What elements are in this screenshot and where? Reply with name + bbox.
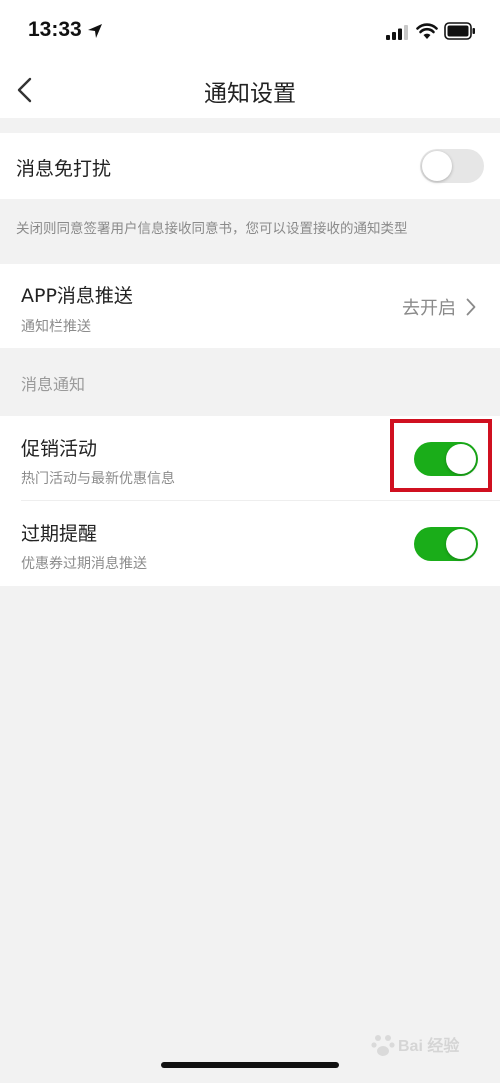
chevron-right-icon [466,298,476,316]
notice-item-title: 过期提醒 [21,523,98,545]
notice-item-title: 促销活动 [21,438,98,460]
dnd-row: 消息免打扰 [0,133,500,199]
status-time: 13:33 [28,18,82,41]
cellular-signal-icon [386,25,408,40]
page-title: 通知设置 [204,81,296,107]
app-push-title: APP消息推送 [21,285,133,307]
row-divider [21,500,500,501]
paw-logo-icon [371,1035,395,1056]
notice-item-subtitle: 热门活动与最新优惠信息 [21,471,175,487]
home-indicator[interactable] [161,1062,339,1068]
location-arrow-icon [88,24,102,38]
app-push-row[interactable]: APP消息推送 通知栏推送 去开启 [0,264,500,348]
app-push-enable-link[interactable]: 去开启 [402,294,476,320]
wifi-icon [416,23,438,39]
highlight-annotation-box [390,419,492,492]
watermark-text: Bai 经验 [398,1038,460,1055]
dnd-hint-text: 关闭则同意签署用户信息接收同意书，您可以设置接收的通知类型 [16,221,408,237]
notice-item-subtitle: 优惠券过期消息推送 [21,556,147,572]
section-label-notices: 消息通知 [21,375,86,394]
status-bar: 13:33 [0,0,500,64]
toggle-knob [446,529,476,559]
toggle-knob [422,151,452,181]
expiry-toggle[interactable] [414,527,478,561]
dnd-toggle[interactable] [420,149,484,183]
app-push-action-label: 去开启 [402,298,456,319]
dnd-title: 消息免打扰 [16,158,112,180]
nav-bar: 通知设置 [0,64,500,118]
app-push-subtitle: 通知栏推送 [21,319,91,335]
battery-icon [444,22,475,40]
baidu-watermark: Bai 经验 [370,1030,494,1060]
